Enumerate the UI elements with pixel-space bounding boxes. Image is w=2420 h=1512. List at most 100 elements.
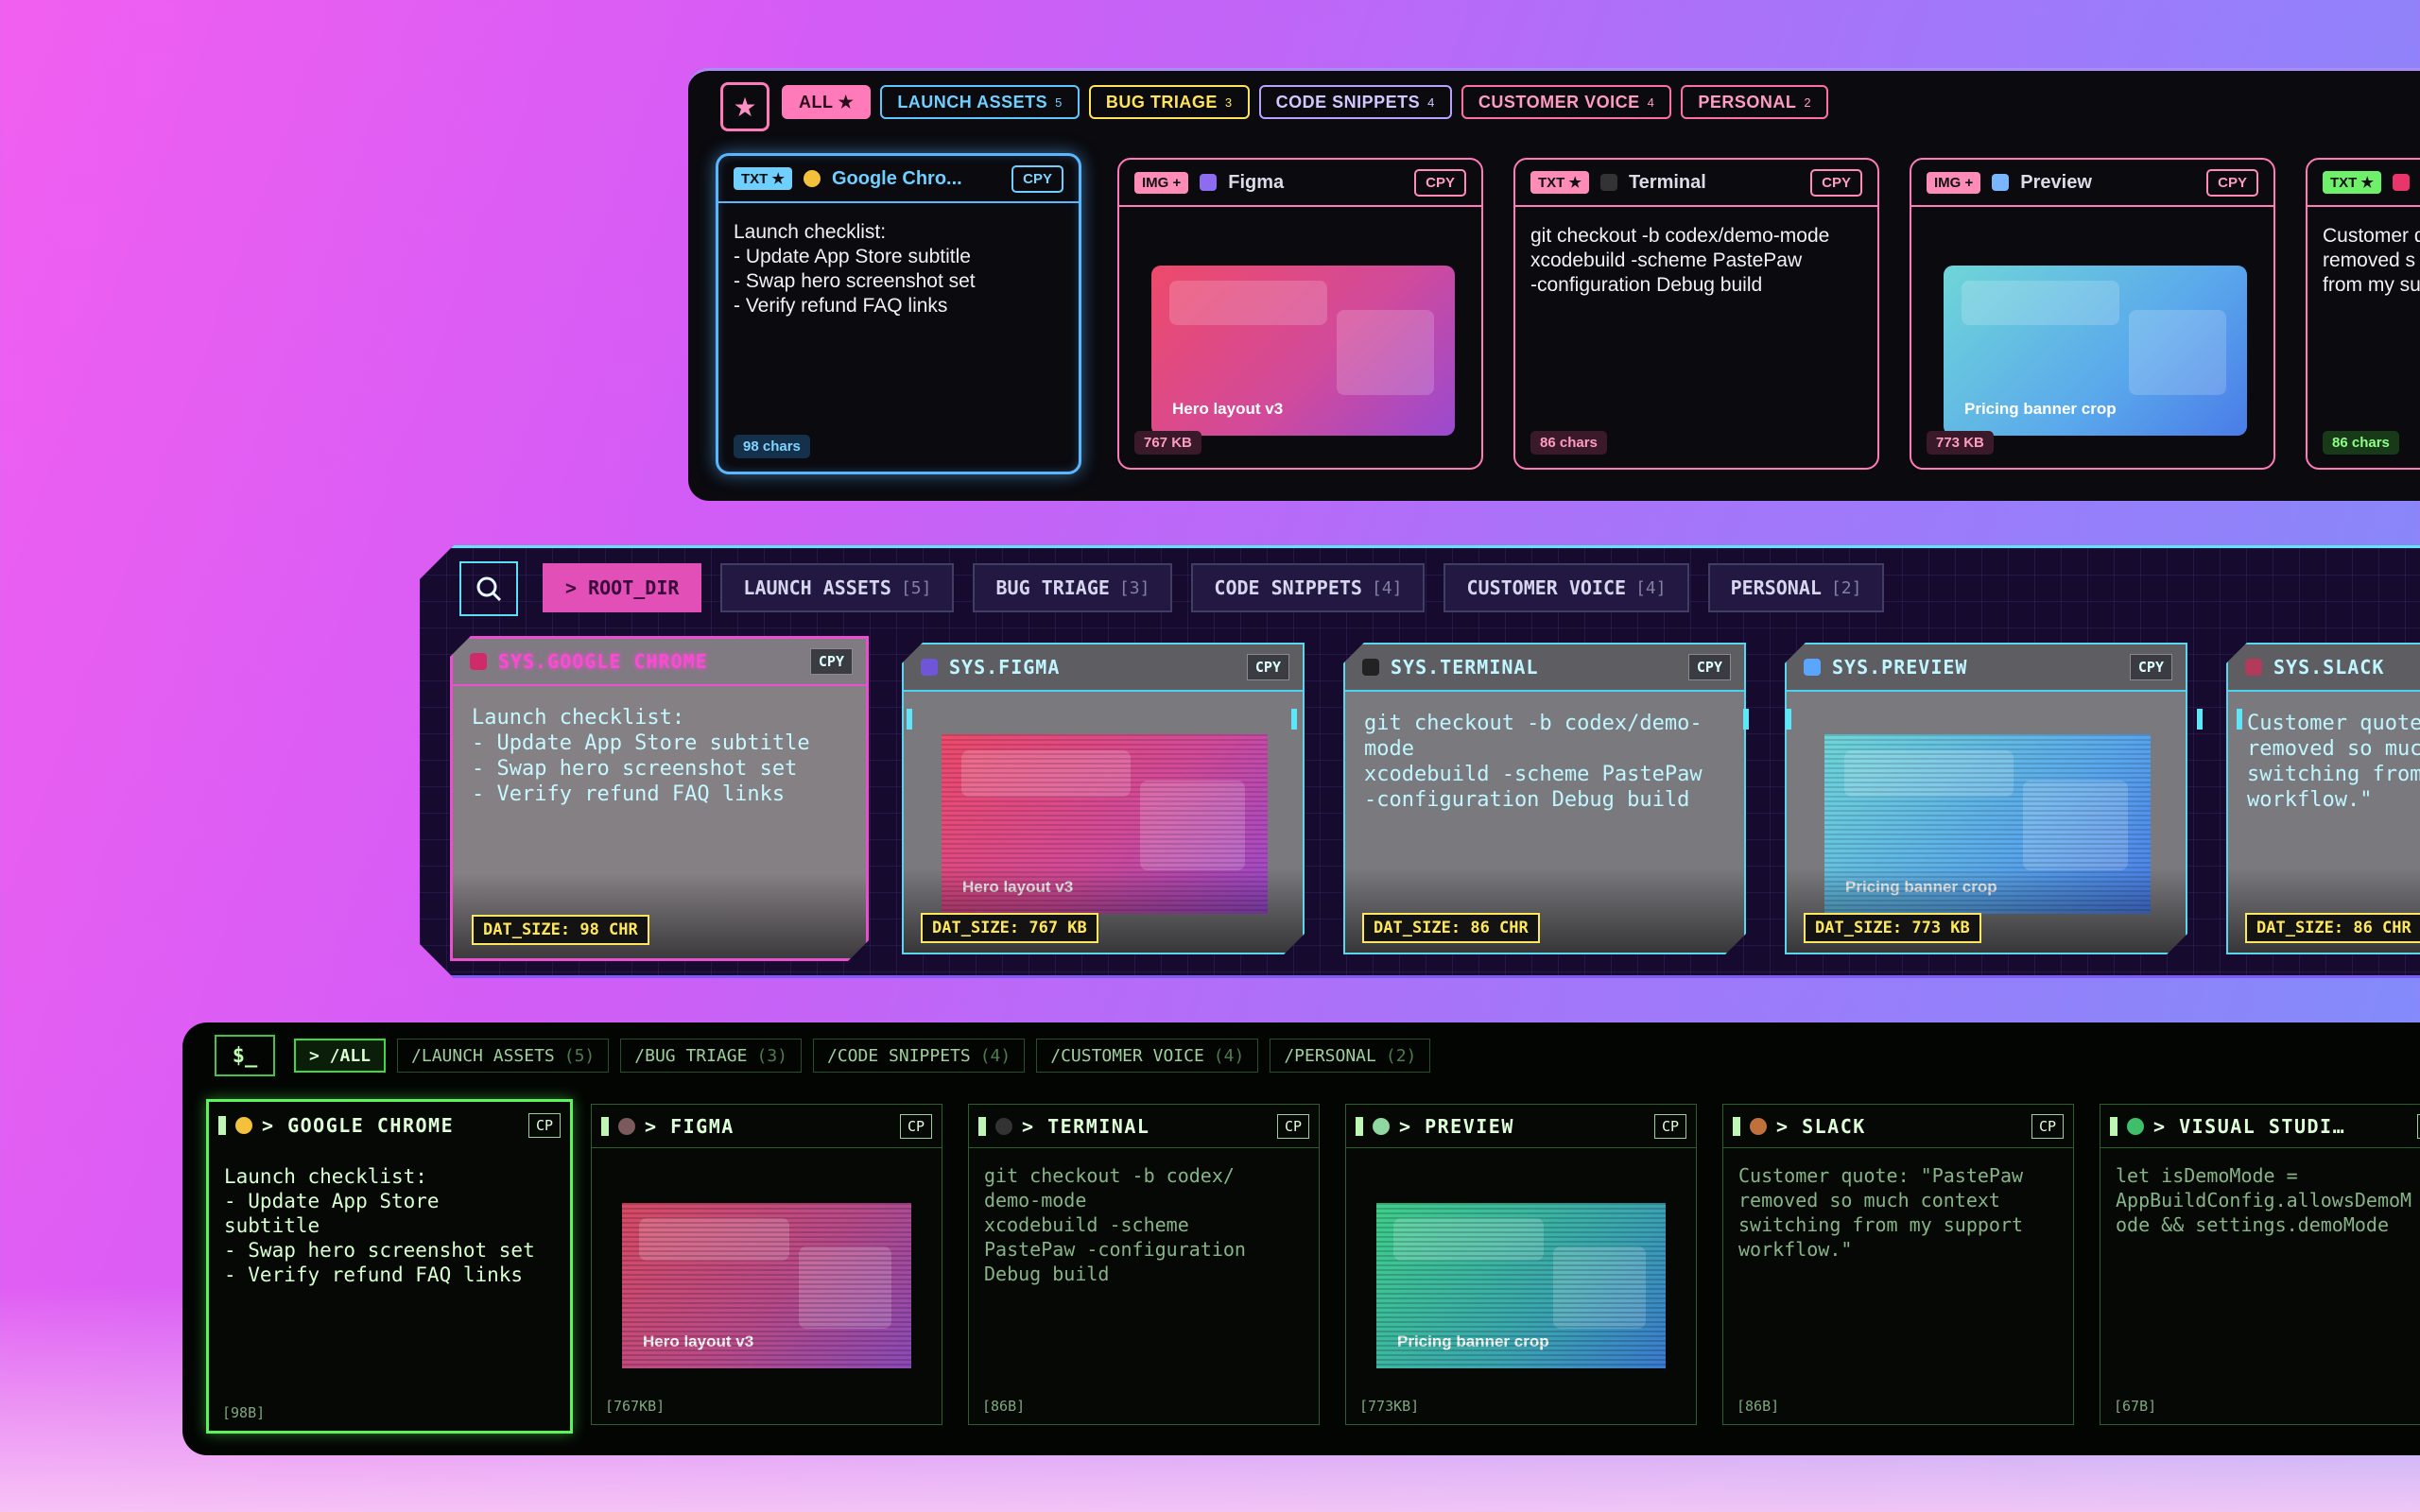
tab-5[interactable]: PERSONAL [2]	[1708, 563, 1885, 612]
favorites-button[interactable]: ★	[720, 82, 769, 131]
clip-card[interactable]: SYS.TERMINAL CPY git checkout -b codex/dem…	[1343, 643, 1746, 954]
tab-label: > ROOT_DIR	[565, 576, 680, 599]
image-block	[1962, 281, 2120, 325]
card-header: TXT ★ Google Chro... CPY	[718, 156, 1079, 203]
prompt-button[interactable]: $_	[215, 1035, 275, 1076]
pricing-banner-image: Pricing banner crop	[1944, 266, 2247, 436]
star-icon: ★	[733, 92, 757, 122]
tab-0[interactable]: ALL ★	[782, 85, 872, 119]
copy-button[interactable]: CPY	[2206, 168, 2258, 197]
copy-button[interactable]: CP	[527, 1113, 561, 1138]
image-block	[798, 1246, 891, 1329]
image-caption: Pricing banner crop	[1397, 1332, 1549, 1350]
app-name: SYS.SLACK	[2273, 656, 2385, 679]
app-name: SYS.FIGMA	[949, 656, 1061, 679]
search-button[interactable]	[459, 561, 518, 616]
copy-button[interactable]: CPY	[1011, 164, 1063, 193]
clip-card[interactable]: SYS.SLACK Customer quote removed so muc s…	[2226, 643, 2420, 954]
tab-4[interactable]: CUSTOMER VOICE 4	[1461, 85, 1672, 119]
tab-4[interactable]: /CUSTOMER VOICE (4)	[1036, 1039, 1259, 1073]
tab-count: 4	[1647, 94, 1655, 110]
tab-count: 5	[1055, 94, 1063, 110]
tab-count: 3	[1224, 94, 1233, 110]
tab-0[interactable]: > ROOT_DIR	[543, 563, 701, 612]
copy-button[interactable]: CP	[899, 1113, 932, 1139]
size-badge: 86 chars	[1530, 431, 1607, 455]
tab-label: CUSTOMER VOICE	[1478, 92, 1640, 112]
tab-count: (4)	[1213, 1045, 1245, 1066]
tab-2[interactable]: /BUG TRIAGE (3)	[620, 1039, 802, 1073]
copy-button[interactable]: CP	[1653, 1113, 1686, 1139]
size-label: [767KB]	[605, 1398, 666, 1415]
clip-card[interactable]: > FIGMA CP Hero layout v3 [767KB]	[591, 1104, 942, 1425]
tab-5[interactable]: PERSONAL 2	[1681, 85, 1829, 119]
tab-3[interactable]: CODE SNIPPETS 4	[1258, 85, 1452, 119]
hero-layout-image: Hero layout v3	[622, 1203, 911, 1368]
tab-1[interactable]: /LAUNCH ASSETS (5)	[397, 1039, 610, 1073]
app-name: > TERMINAL	[1022, 1114, 1150, 1138]
clip-text: git checkout -b codex/demo- mode xcodebu…	[1364, 712, 1703, 812]
tab-0[interactable]: > /ALL	[294, 1039, 387, 1073]
edge-tick	[907, 709, 912, 730]
clip-card[interactable]: SYS.FIGMA CPY Hero layout v3 DAT_SIZE: 767 …	[902, 643, 1305, 954]
tab-count: [3]	[1118, 577, 1150, 598]
terminal-icon	[1362, 659, 1379, 676]
tab-4[interactable]: CUSTOMER VOICE [4]	[1443, 563, 1688, 612]
clip-card[interactable]: > TERMINAL CP git checkout -b codex/ demo-…	[968, 1104, 1320, 1425]
tab-3[interactable]: CODE SNIPPETS [4]	[1191, 563, 1425, 612]
copy-button[interactable]: CPY	[1688, 654, 1731, 680]
clip-card[interactable]: > GOOGLE CHROME CP Launch checklist: - Upd…	[206, 1099, 573, 1434]
tab-1[interactable]: LAUNCH ASSETS 5	[880, 85, 1080, 119]
copy-button[interactable]: CPY	[2130, 654, 2172, 680]
app-name: SYS.TERMINAL	[1391, 656, 1539, 679]
edge-tick	[1743, 709, 1749, 730]
clip-card[interactable]: > PREVIEW CP Pricing banner crop [773KB]	[1345, 1104, 1697, 1425]
tab-2[interactable]: BUG TRIAGE 3	[1088, 85, 1250, 119]
card-header: SYS.GOOGLE CHROME CPY	[453, 639, 866, 686]
copy-button[interactable]: CPY	[810, 648, 853, 675]
clip-text: git checkout -b codex/ demo-mode xcodebu…	[984, 1164, 1246, 1285]
card-header: TXT ★	[2308, 160, 2420, 207]
figma-icon	[618, 1117, 635, 1135]
tab-count: [4]	[1371, 577, 1403, 598]
app-name: > VISUAL STUDI…	[2153, 1114, 2346, 1138]
copy-button[interactable]: CPY	[1810, 168, 1862, 197]
clip-card[interactable]: SYS.PREVIEW CPY Pricing banner crop DAT_SIZ…	[1785, 643, 2187, 954]
clip-text: let isDemoMode = AppBuildConfig.allowsDe…	[2116, 1164, 2412, 1236]
card-header: > SLACK CP	[1723, 1105, 2073, 1148]
clip-card[interactable]: > SLACK CP Customer quote: "PastePaw remov…	[1722, 1104, 2074, 1425]
app-name: Preview	[2020, 171, 2092, 193]
figma-icon	[1200, 174, 1218, 191]
preview-icon	[1373, 1117, 1390, 1135]
tab-1[interactable]: LAUNCH ASSETS [5]	[720, 563, 954, 612]
copy-button[interactable]: CPY	[1414, 168, 1466, 197]
size-badge: DAT_SIZE: 767 KB	[921, 913, 1098, 943]
card-header: SYS.SLACK	[2228, 644, 2420, 692]
clip-card[interactable]: IMG + Preview CPY Pricing banner crop 773 KB	[1910, 158, 2275, 470]
card-header: > GOOGLE CHROME CP	[209, 1102, 570, 1149]
clip-card[interactable]: IMG + Figma CPY Hero layout v3 767 KB	[1117, 158, 1483, 470]
preview-icon	[1804, 659, 1821, 676]
tab-2[interactable]: BUG TRIAGE [3]	[973, 563, 1172, 612]
tab-label: ALL ★	[799, 92, 855, 112]
type-badge: IMG +	[1927, 171, 1981, 194]
tab-count: 4	[1427, 94, 1435, 110]
copy-button[interactable]: CP	[1276, 1113, 1309, 1139]
clip-card[interactable]: > VISUAL STUDI…C let isDemoMode = AppBuil…	[2100, 1104, 2420, 1425]
size-badge: 98 chars	[734, 435, 810, 458]
size-badge: DAT_SIZE: 773 KB	[1804, 913, 1981, 943]
tab-5[interactable]: /PERSONAL (2)	[1270, 1039, 1431, 1073]
cyber-tab-bar: > ROOT_DIR LAUNCH ASSETS [5] BUG TRIAGE [3] C…	[543, 563, 1884, 612]
clip-card[interactable]: TXT ★ Google Chro... CPY Launch checklist: …	[716, 153, 1081, 474]
tab-label: PERSONAL	[1698, 92, 1797, 112]
copy-button[interactable]: CP	[2031, 1113, 2064, 1139]
tab-count: (5)	[563, 1045, 596, 1066]
clip-card[interactable]: TXT ★ Terminal CPY git checkout -b codex/de…	[1513, 158, 1879, 470]
size-label: [86B]	[982, 1398, 1026, 1415]
clip-card[interactable]: SYS.GOOGLE CHROME CPY Launch checklist: - …	[450, 636, 869, 961]
tab-3[interactable]: /CODE SNIPPETS (4)	[813, 1039, 1026, 1073]
cursor-block	[1356, 1116, 1363, 1136]
type-badge: TXT ★	[2323, 171, 2381, 194]
clip-card[interactable]: TXT ★ Customer q removed s from my su 86 c…	[2306, 158, 2420, 470]
copy-button[interactable]: CPY	[1247, 654, 1289, 680]
